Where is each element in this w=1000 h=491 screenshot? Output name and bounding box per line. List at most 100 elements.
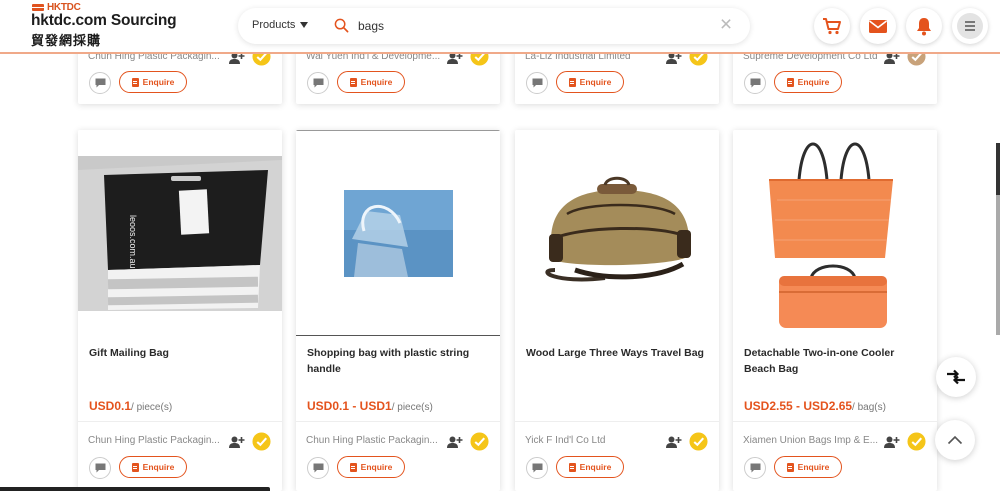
menu-icon xyxy=(957,13,983,39)
chat-icon xyxy=(750,463,760,473)
enquire-button[interactable]: Enquire xyxy=(556,71,624,93)
follow-supplier-icon[interactable] xyxy=(447,436,463,448)
caret-down-icon xyxy=(300,22,309,28)
product-card[interactable]: Shopping bag with plastic string handle … xyxy=(296,130,500,491)
chat-icon xyxy=(532,463,542,473)
chat-button[interactable] xyxy=(744,457,766,479)
enquiry-doc-icon xyxy=(349,462,357,472)
scrollbar-track[interactable] xyxy=(996,195,1000,335)
chat-button[interactable] xyxy=(89,457,111,479)
category-select[interactable]: Products xyxy=(252,19,309,31)
supplier-name[interactable]: Xiamen Union Bags Imp & E... xyxy=(743,435,883,446)
product-image[interactable] xyxy=(296,130,500,336)
product-title[interactable]: Gift Mailing Bag xyxy=(89,345,273,361)
site-subtitle: 貿發網採購 xyxy=(31,33,102,48)
compare-icon xyxy=(947,369,965,385)
mailing-bag-print-text: leoos.com.au xyxy=(128,215,138,269)
follow-supplier-icon[interactable] xyxy=(229,436,245,448)
side-tab-edge[interactable] xyxy=(996,143,1000,195)
price-unit: / piece(s) xyxy=(131,402,173,413)
chat-icon xyxy=(313,78,323,88)
product-image-travel-bag xyxy=(545,176,691,282)
messages-button[interactable] xyxy=(860,8,896,44)
price-value: USD0.1 xyxy=(89,399,132,413)
chat-button[interactable] xyxy=(307,457,329,479)
verified-supplier-icon xyxy=(252,432,271,451)
product-image[interactable] xyxy=(515,130,719,336)
chat-button[interactable] xyxy=(526,457,548,479)
enquire-button[interactable]: Enquire xyxy=(119,71,187,93)
price-value: USD0.1 - USD1 xyxy=(307,399,392,413)
chat-icon xyxy=(313,463,323,473)
product-title[interactable]: Detachable Two-in-one Cooler Beach Bag xyxy=(744,345,928,377)
cart-button[interactable] xyxy=(814,8,850,44)
follow-supplier-icon[interactable] xyxy=(884,436,900,448)
enquiry-doc-icon xyxy=(349,77,357,87)
enquire-button[interactable]: Enquire xyxy=(119,456,187,478)
enquire-button[interactable]: Enquire xyxy=(337,71,405,93)
enquire-label: Enquire xyxy=(142,77,175,87)
chat-icon xyxy=(750,78,760,88)
bottom-scroll-indicator xyxy=(0,487,270,491)
enquire-button[interactable]: Enquire xyxy=(774,456,842,478)
product-price: USD2.55 - USD2.65/ bag(s) xyxy=(744,399,886,413)
product-image[interactable] xyxy=(733,130,937,336)
product-card[interactable]: leoos.com.au Gift Mailing Bag USD0.1/ pi… xyxy=(78,130,282,491)
bell-icon xyxy=(917,17,931,35)
enquire-label: Enquire xyxy=(360,462,393,472)
product-card[interactable]: Detachable Two-in-one Cooler Beach Bag U… xyxy=(733,130,937,491)
enquire-label: Enquire xyxy=(360,77,393,87)
mail-icon xyxy=(869,19,887,33)
card-divider xyxy=(733,421,937,422)
enquire-button[interactable]: Enquire xyxy=(774,71,842,93)
enquire-button[interactable]: Enquire xyxy=(556,456,624,478)
enquiry-doc-icon xyxy=(786,77,794,87)
product-image-cooler-bag xyxy=(769,142,893,328)
chat-button[interactable] xyxy=(89,72,111,94)
verified-supplier-icon xyxy=(470,432,489,451)
follow-supplier-icon[interactable] xyxy=(666,436,682,448)
site-title[interactable]: hktdc.com Sourcing xyxy=(31,12,177,30)
enquire-label: Enquire xyxy=(579,462,612,472)
product-price: USD0.1 - USD1/ piece(s) xyxy=(307,399,433,413)
enquire-button[interactable]: Enquire xyxy=(337,456,405,478)
price-unit: / bag(s) xyxy=(852,402,886,413)
cart-icon xyxy=(823,18,841,35)
enquire-label: Enquire xyxy=(142,462,175,472)
supplier-name[interactable]: Chun Hing Plastic Packagin... xyxy=(88,435,228,446)
menu-button[interactable] xyxy=(952,8,988,44)
clear-search-icon[interactable]: × xyxy=(716,14,736,36)
price-value: USD2.55 - USD2.65 xyxy=(744,399,853,413)
product-image-mailing-bag: leoos.com.au xyxy=(78,130,282,336)
card-divider xyxy=(296,421,500,422)
enquire-label: Enquire xyxy=(797,462,830,472)
enquire-label: Enquire xyxy=(797,77,830,87)
product-image[interactable]: leoos.com.au xyxy=(78,130,282,336)
back-to-top-button[interactable] xyxy=(935,420,975,460)
chat-icon xyxy=(95,463,105,473)
product-price: USD0.1/ piece(s) xyxy=(89,399,172,413)
compare-button[interactable] xyxy=(936,357,976,397)
card-divider xyxy=(515,421,719,422)
chat-button[interactable] xyxy=(744,72,766,94)
chat-icon xyxy=(532,78,542,88)
enquiry-doc-icon xyxy=(131,77,139,87)
enquiry-doc-icon xyxy=(131,462,139,472)
search-icon[interactable] xyxy=(334,18,349,33)
product-title[interactable]: Shopping bag with plastic string handle xyxy=(307,345,491,377)
enquire-label: Enquire xyxy=(579,77,612,87)
search-input[interactable] xyxy=(358,16,698,36)
notifications-button[interactable] xyxy=(906,8,942,44)
enquiry-doc-icon xyxy=(568,77,576,87)
price-unit: / piece(s) xyxy=(391,402,433,413)
chat-button[interactable] xyxy=(307,72,329,94)
hktdc-logo-mark xyxy=(32,4,44,11)
product-image-shopping-bag xyxy=(344,190,453,277)
supplier-name[interactable]: Yick F Ind'l Co Ltd xyxy=(525,435,665,446)
product-title[interactable]: Wood Large Three Ways Travel Bag xyxy=(526,345,710,361)
chat-button[interactable] xyxy=(526,72,548,94)
product-card[interactable]: Wood Large Three Ways Travel Bag Yick F … xyxy=(515,130,719,491)
supplier-name[interactable]: Chun Hing Plastic Packagin... xyxy=(306,435,446,446)
verified-supplier-icon xyxy=(907,432,926,451)
chat-icon xyxy=(95,78,105,88)
